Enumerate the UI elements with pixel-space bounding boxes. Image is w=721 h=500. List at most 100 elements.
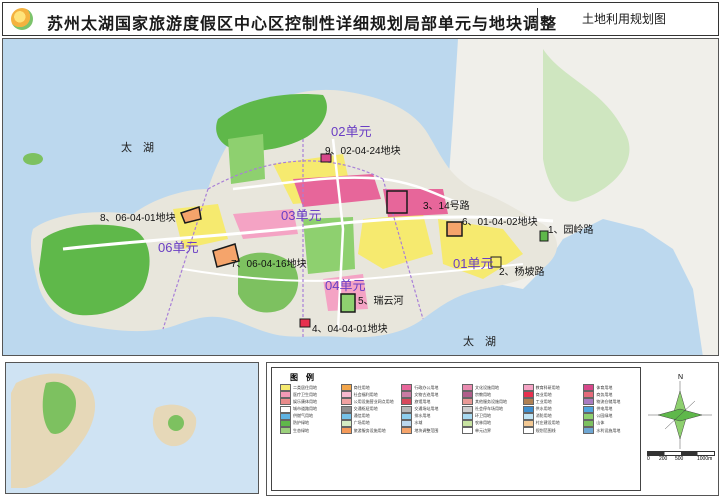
legend-swatch: [522, 427, 534, 435]
legend-label: 防护绿地: [293, 420, 309, 426]
legend-box: 图 例 二类居住用地 商住用地 行政办公用地 文化设施用地 教育科研用地 体育用地 医疗卫生…: [271, 367, 641, 491]
legend-label: 文物古迹用地: [414, 391, 439, 397]
legend-swatch: [462, 384, 473, 391]
legend-item: 消防用地: [522, 412, 580, 420]
legend-swatch: [340, 412, 352, 420]
legend-swatch: [280, 391, 291, 399]
legend-item: 地块调整范围: [401, 427, 458, 435]
legend-item: 公园绿地: [583, 412, 640, 420]
legend-label: 教育科研用地: [535, 384, 560, 390]
parcel-5: [340, 293, 356, 313]
legend-item: 商业用地: [522, 391, 580, 399]
legend-item: 商务用地: [583, 391, 640, 399]
legend-swatch: [522, 412, 534, 420]
legend-item: 物流仓储用地: [583, 398, 640, 406]
legend-swatch: [583, 427, 595, 435]
legend-swatch: [340, 384, 352, 391]
legend-label: 旅游服务设施用地: [353, 427, 386, 433]
legend-label: 广场用地: [353, 420, 370, 426]
legend-label: 环卫用地: [475, 413, 491, 419]
legend-item: 体育用地: [583, 384, 640, 391]
legend-item: 防护绿地: [280, 419, 337, 427]
legend-swatch: [280, 405, 291, 413]
parcel-4: [299, 318, 311, 328]
unit-label-01: 01单元: [453, 256, 494, 271]
unit-label-06: 06单元: [158, 240, 199, 255]
legend-swatch: [462, 405, 473, 413]
legend-swatch: [462, 391, 473, 399]
legend-label: 单元边界: [475, 427, 491, 433]
legend-item: 山体: [583, 419, 640, 427]
legend-item: 教育科研用地: [522, 384, 580, 391]
map-subtitle: 土地利用规划图: [537, 8, 710, 30]
legend-item: 环卫用地: [462, 412, 519, 420]
legend-label: 商住用地: [353, 384, 370, 390]
zone-park-2: [228, 134, 265, 184]
compass-rose-icon: N: [648, 374, 712, 449]
parcel-label-5: 5、瑞云河: [358, 296, 404, 307]
lake-label-1: 太 湖: [121, 142, 154, 154]
legend-item: 文化设施用地: [462, 384, 519, 391]
legend-label: 公园绿地: [596, 413, 613, 419]
scale-tick-1: 200: [659, 456, 668, 462]
legend-label: 物流仓储用地: [596, 398, 621, 404]
legend-label: 规划范围线: [535, 427, 556, 433]
legend-swatch: [583, 398, 595, 406]
legend-swatch: [462, 427, 473, 435]
legend-item: 旅游服务设施用地: [340, 427, 398, 435]
legend-label: 商务用地: [596, 391, 613, 397]
legend-item: 商住用地: [340, 384, 398, 391]
title-bar: 苏州太湖国家旅游度假区中心区控制性详细规划局部单元与地块调整 土地利用规划图: [2, 2, 719, 36]
map-canvas: [3, 39, 718, 355]
legend-swatch: [280, 398, 291, 406]
lake-label-2: 太 湖: [463, 336, 496, 348]
legend-label: 山体: [596, 420, 605, 426]
legend-swatch: [522, 384, 534, 391]
legend-label: 社会停车场用地: [475, 406, 503, 412]
legend-swatch: [522, 398, 534, 406]
legend-swatch: [583, 384, 595, 391]
parcel-label-4: 4、04-04-01地块: [312, 324, 388, 335]
legend-item: 娱乐康体用地: [280, 398, 337, 406]
legend-label: 文化设施用地: [475, 384, 499, 390]
legend-item: 文物古迹用地: [401, 391, 458, 399]
legend-item: 村庄建设用地: [522, 419, 580, 427]
legend-item: 农林用地: [462, 419, 519, 427]
legend-label: 排水用地: [414, 413, 431, 419]
logo-icon: [11, 8, 33, 30]
legend-swatch: [462, 412, 473, 420]
inset-map[interactable]: [5, 362, 259, 494]
parcel-3: [386, 190, 408, 214]
legend-item: 交通枢纽用地: [340, 405, 398, 413]
legend-label: 村庄建设用地: [535, 420, 560, 426]
parcel-label-9: 9、02-04-24地块: [325, 146, 401, 157]
parcel-label-2: 2、杨坡路: [499, 267, 545, 278]
legend-label: 二类居住用地: [293, 384, 317, 390]
legend-title: 图 例: [290, 373, 314, 382]
legend-item: 供燃气用地: [280, 412, 337, 420]
legend-label: 生态绿地: [293, 427, 309, 433]
legend-label: 公用设施营业网点用地: [353, 398, 394, 404]
legend-label: 医疗卫生用地: [293, 391, 317, 397]
legend-swatch: [340, 398, 352, 406]
legend-swatch: [401, 419, 413, 427]
legend-item: 社会福利用地: [340, 391, 398, 399]
main-map[interactable]: 太 湖 太 湖 02单元 03单元 06单元 04单元 01单元 9、02-04…: [2, 38, 719, 356]
legend-swatch: [401, 427, 413, 435]
legend-item: 通信用地: [340, 412, 398, 420]
scale-tick-2: 500: [675, 456, 684, 462]
legend-swatch: [280, 384, 291, 391]
islet: [23, 153, 43, 165]
unit-label-03: 03单元: [281, 208, 322, 223]
legend-swatch: [522, 405, 534, 413]
legend-item: 旅馆用地: [401, 398, 458, 406]
legend-label: 农林用地: [475, 420, 491, 426]
legend-item: 宗教用地: [462, 391, 519, 399]
unit-label-02: 02单元: [331, 124, 372, 139]
legend-swatch: [401, 384, 413, 391]
legend-swatch: [401, 405, 413, 413]
legend-item: 单元边界: [462, 427, 519, 435]
scale-tick-0: 0: [647, 456, 650, 462]
legend-item: 供水用地: [522, 405, 580, 413]
legend-label: 体育用地: [596, 384, 613, 390]
